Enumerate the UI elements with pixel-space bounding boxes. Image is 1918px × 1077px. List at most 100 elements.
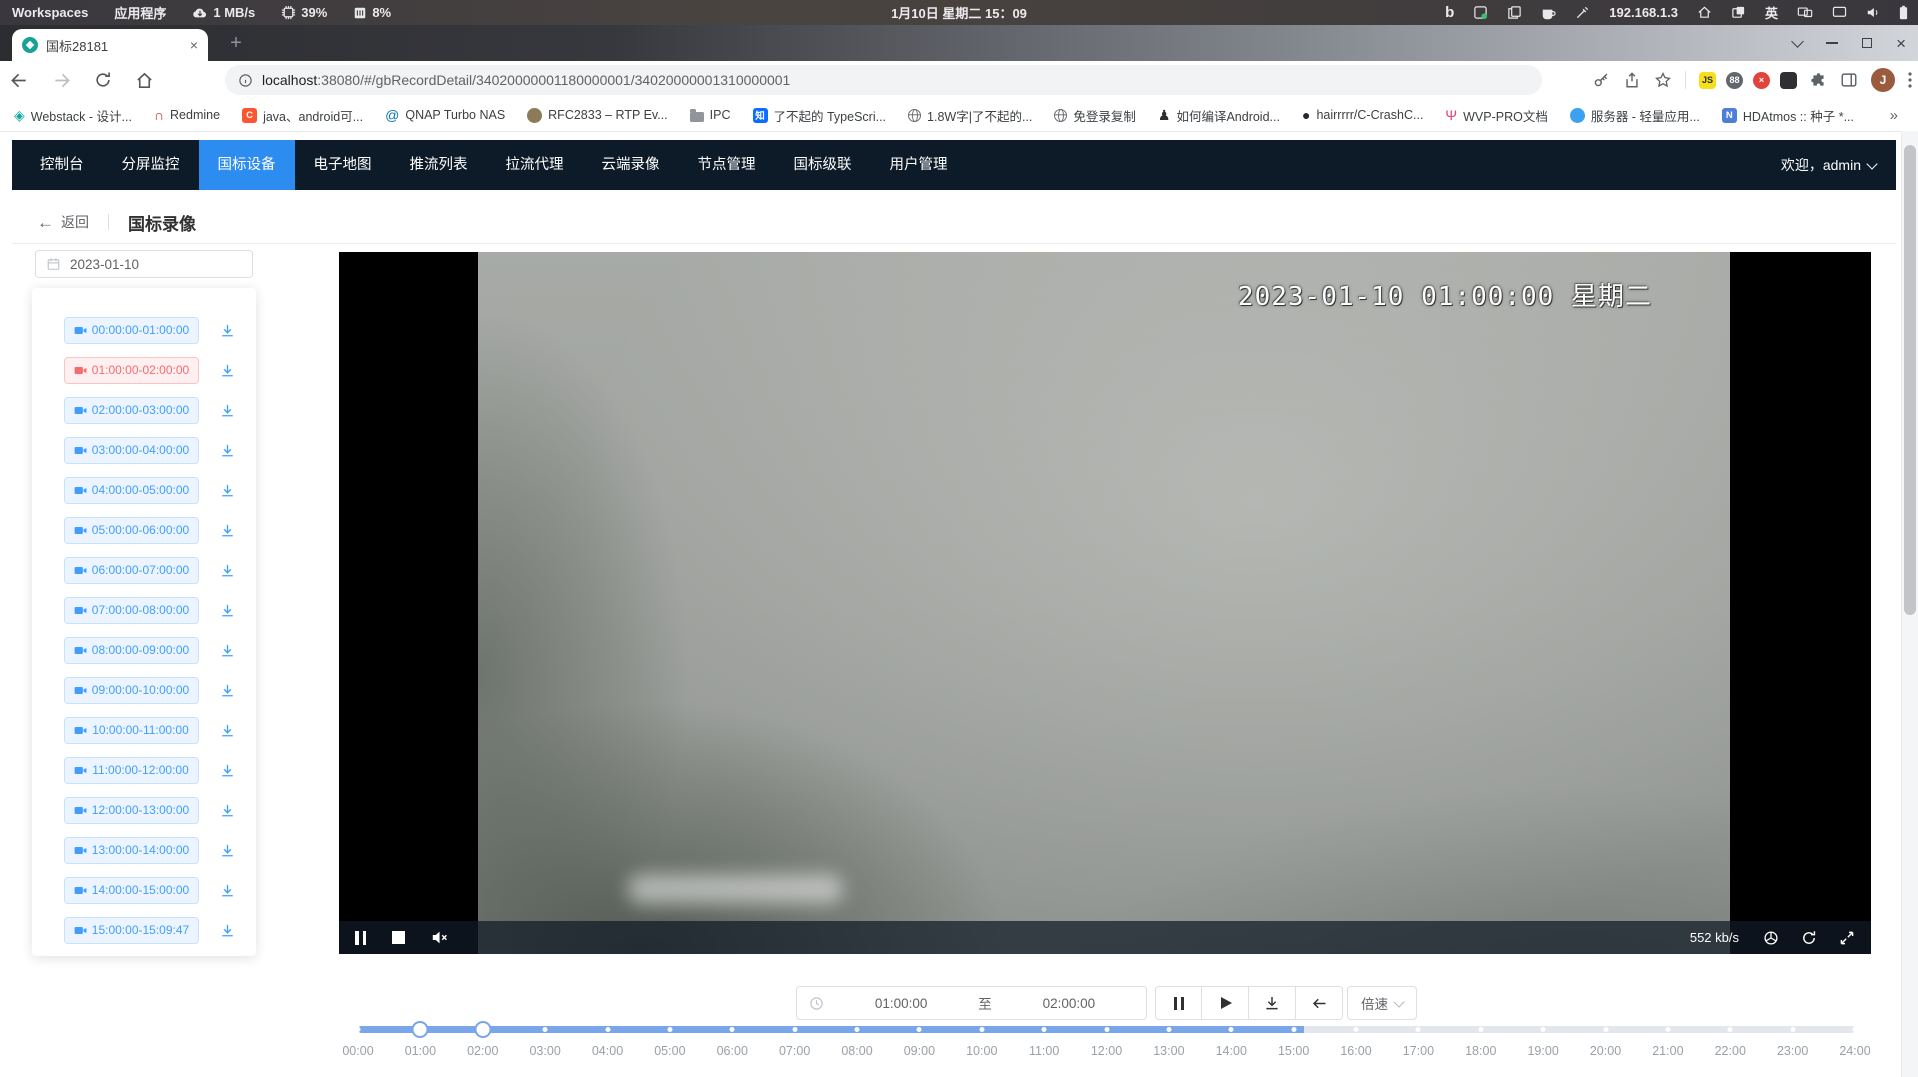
player-mute-icon[interactable] [431,930,449,945]
back-icon[interactable] [10,71,29,90]
start-time-value[interactable]: 01:00:00 [824,996,978,1011]
fullscreen-icon[interactable] [1839,930,1855,946]
battery-icon[interactable] [1899,5,1908,20]
time-range-input[interactable]: 01:00:00 至 02:00:00 [796,986,1147,1020]
record-range-button[interactable]: 09:00:00-10:00:00 [64,677,199,704]
record-download-button[interactable] [216,319,238,341]
display-icon[interactable] [1832,6,1847,19]
record-range-button[interactable]: 12:00:00-13:00:00 [64,797,199,824]
nav-tab-推流列表[interactable]: 推流列表 [391,140,487,190]
seek-to-start-button[interactable] [1296,986,1343,1020]
player-stop-icon[interactable] [392,931,405,944]
back-button[interactable]: ← 返回 [37,212,89,232]
nav-tab-拉流代理[interactable]: 拉流代理 [487,140,583,190]
bookmark-item[interactable]: @QNAP Turbo NAS [385,108,505,122]
bookmark-item[interactable]: ∩Redmine [154,108,220,122]
nav-tab-国标级联[interactable]: 国标级联 [775,140,871,190]
site-info-icon[interactable] [238,73,253,88]
window-restore-icon[interactable] [1862,38,1872,48]
record-range-button[interactable]: 07:00:00-08:00:00 [64,597,199,624]
bookmark-star-icon[interactable] [1654,71,1672,89]
record-download-button[interactable] [216,919,238,941]
record-download-button[interactable] [216,839,238,861]
record-download-button[interactable] [216,519,238,541]
date-picker-input[interactable]: 2023-01-10 [35,250,253,278]
record-range-button[interactable]: 00:00:00-01:00:00 [64,317,199,344]
dual-display-icon[interactable] [1797,6,1813,19]
page-scrollbar[interactable] [1901,131,1918,1077]
playback-speed-dropdown[interactable]: 倍速 [1347,986,1417,1020]
side-panel-icon[interactable] [1840,71,1858,89]
record-download-button[interactable] [216,799,238,821]
end-time-value[interactable]: 02:00:00 [992,996,1146,1011]
notes-app-icon[interactable] [1473,5,1488,20]
record-range-button[interactable]: 03:00:00-04:00:00 [64,437,199,464]
bookmark-item[interactable]: 知了不起的 TypeScri... [753,106,887,125]
record-download-button[interactable] [216,639,238,661]
record-range-button[interactable]: 13:00:00-14:00:00 [64,837,199,864]
extensions-puzzle-icon[interactable] [1810,72,1827,89]
bookmark-item[interactable]: ●hairrrrr/C-CrashC... [1302,108,1423,122]
record-range-button[interactable]: 05:00:00-06:00:00 [64,517,199,544]
window-close-icon[interactable]: × [1896,35,1906,52]
record-range-button[interactable]: 11:00:00-12:00:00 [64,757,199,784]
bookmark-item[interactable]: 服务器 - 轻量应用... [1570,106,1700,125]
record-download-button[interactable] [216,399,238,421]
browser-tab[interactable]: 国标28181 × [12,29,208,61]
nav-tab-电子地图[interactable]: 电子地图 [295,140,391,190]
record-range-button[interactable]: 02:00:00-03:00:00 [64,397,199,424]
nav-tab-国标设备[interactable]: 国标设备 [199,140,295,190]
record-range-button[interactable]: 01:00:00-02:00:00 [64,357,199,384]
snapshot-aperture-icon[interactable] [1763,930,1779,946]
record-range-button[interactable]: 04:00:00-05:00:00 [64,477,199,504]
timeline-slider[interactable]: 00:0001:0002:0003:0004:0005:0006:0007:00… [358,1020,1855,1066]
bookmark-item[interactable]: RFC2833 – RTP Ev... [527,108,668,123]
tab-search-chevron-icon[interactable] [1791,35,1804,48]
clipboard-icon[interactable] [1507,5,1522,20]
color-picker-icon[interactable] [1575,5,1590,20]
nav-tab-云端录像[interactable]: 云端录像 [583,140,679,190]
coffee-app-icon[interactable] [1541,6,1556,20]
play-button[interactable] [1202,986,1249,1020]
bookmark-item[interactable]: ΨWVP-PRO文档 [1445,106,1547,125]
extension-icon[interactable]: JS [1699,72,1716,89]
bookmark-item[interactable]: NHDAtmos :: 种子 *... [1722,106,1854,125]
record-download-button[interactable] [216,679,238,701]
reload-icon[interactable] [94,71,112,89]
record-range-button[interactable]: 15:00:00-15:09:47 [64,917,199,944]
bookmarks-overflow-icon[interactable]: » [1890,107,1918,124]
passwords-key-icon[interactable] [1592,71,1610,89]
player-pause-icon[interactable] [355,931,366,945]
download-button[interactable] [1249,986,1296,1020]
applications-button[interactable]: 应用程序 [114,3,166,22]
record-range-button[interactable]: 06:00:00-07:00:00 [64,557,199,584]
extension-icon[interactable]: × [1753,72,1770,89]
welcome-user-menu[interactable]: 欢迎，admin [1781,155,1876,175]
tab-close-icon[interactable]: × [190,38,198,52]
record-range-button[interactable]: 10:00:00-11:00:00 [64,717,199,744]
record-range-button[interactable]: 08:00:00-09:00:00 [64,637,199,664]
bookmark-item[interactable]: ♟如何编译Android... [1158,106,1280,125]
player-refresh-icon[interactable] [1801,930,1817,946]
home-button-icon[interactable] [135,71,154,90]
record-download-button[interactable] [216,879,238,901]
record-download-button[interactable] [216,479,238,501]
timeline-handle[interactable] [412,1021,429,1038]
input-language-indicator[interactable]: 英 [1765,3,1778,22]
timeline-handle[interactable] [474,1021,491,1038]
home-icon[interactable] [1697,5,1712,20]
forward-icon[interactable] [52,71,71,90]
clock[interactable]: 1月10日 星期二 15：09 [891,3,1027,22]
record-range-button[interactable]: 14:00:00-15:00:00 [64,877,199,904]
nav-tab-节点管理[interactable]: 节点管理 [679,140,775,190]
bookmark-item[interactable]: ◈Webstack - 设计... [14,106,132,125]
profile-avatar[interactable]: J [1871,68,1895,92]
volume-icon[interactable] [1866,6,1880,19]
record-download-button[interactable] [216,759,238,781]
bookmark-item[interactable]: Cjava、android可... [242,106,363,125]
record-download-button[interactable] [216,439,238,461]
share-icon[interactable] [1623,71,1641,89]
ip-address-indicator[interactable]: 192.168.1.3 [1609,5,1678,20]
workspaces-button[interactable]: Workspaces [12,5,88,20]
scrollbar-thumb[interactable] [1904,145,1916,615]
